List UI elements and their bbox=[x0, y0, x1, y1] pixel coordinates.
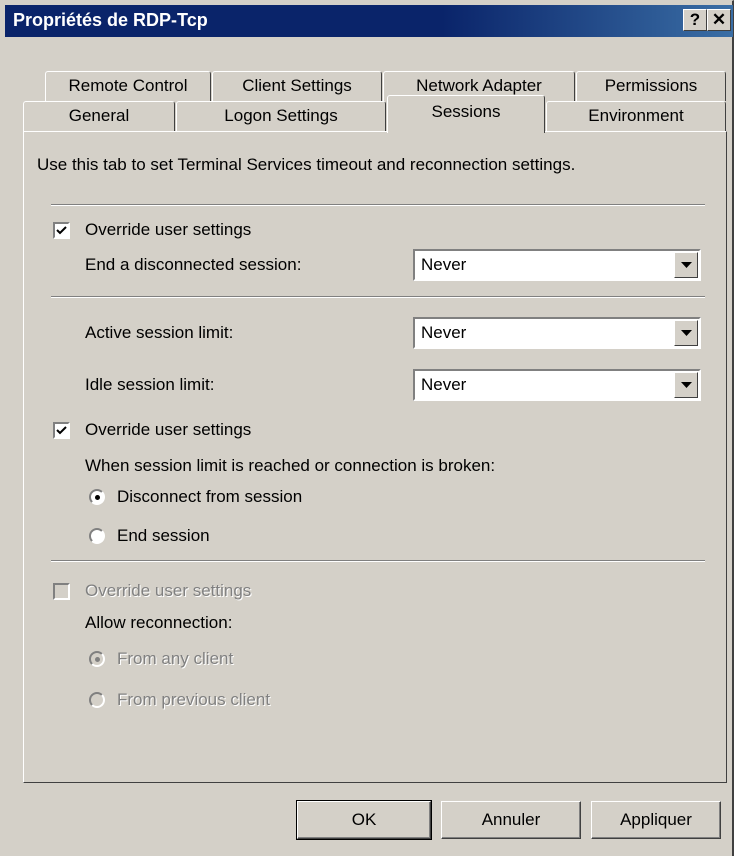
close-button[interactable]: ✕ bbox=[707, 9, 731, 31]
override-label-2[interactable]: Override user settings bbox=[85, 420, 251, 440]
radio-any-client-label: From any client bbox=[117, 649, 234, 668]
override-checkbox-1[interactable] bbox=[53, 222, 70, 239]
dialog-window: Propriétés de RDP-Tcp ? ✕ Remote Control… bbox=[0, 0, 734, 856]
separator bbox=[51, 204, 705, 206]
select-value: Never bbox=[421, 375, 467, 394]
help-button[interactable]: ? bbox=[683, 9, 707, 31]
idle-limit-label: Idle session limit: bbox=[85, 375, 215, 394]
active-limit-label: Active session limit: bbox=[85, 323, 234, 342]
chevron-down-icon[interactable] bbox=[674, 372, 698, 398]
tab-general[interactable]: General bbox=[23, 101, 175, 132]
allow-reconnection-label: Allow reconnection: bbox=[85, 613, 233, 632]
radio-previous-client[interactable] bbox=[89, 692, 105, 708]
end-disconnected-select[interactable]: Never bbox=[413, 249, 701, 281]
cancel-button[interactable]: Annuler bbox=[441, 801, 581, 839]
title-bar[interactable]: Propriétés de RDP-Tcp ? ✕ bbox=[5, 5, 733, 37]
separator bbox=[51, 296, 705, 298]
tab-logon-settings[interactable]: Logon Settings bbox=[176, 101, 386, 132]
radio-any-client[interactable] bbox=[89, 651, 105, 667]
end-disconnected-label: End a disconnected session: bbox=[85, 255, 302, 274]
radio-end-session[interactable] bbox=[89, 528, 105, 544]
select-value: Never bbox=[421, 323, 467, 342]
panel-description: Use this tab to set Terminal Services ti… bbox=[37, 155, 576, 174]
separator bbox=[51, 560, 705, 562]
radio-end-session-label[interactable]: End session bbox=[117, 526, 210, 546]
ok-button[interactable]: OK bbox=[296, 800, 432, 840]
apply-button[interactable]: Appliquer bbox=[591, 801, 721, 839]
radio-previous-client-label: From previous client bbox=[117, 690, 271, 709]
when-limit-label: When session limit is reached or connect… bbox=[85, 456, 496, 475]
override-checkbox-2[interactable] bbox=[53, 422, 70, 439]
override-label-1[interactable]: Override user settings bbox=[85, 220, 251, 240]
active-limit-select[interactable]: Never bbox=[413, 317, 701, 349]
radio-disconnect-label[interactable]: Disconnect from session bbox=[117, 487, 302, 507]
tab-remote-control[interactable]: Remote Control bbox=[45, 71, 211, 101]
tab-client-settings[interactable]: Client Settings bbox=[212, 71, 382, 101]
override-checkbox-3[interactable] bbox=[53, 583, 70, 600]
chevron-down-icon[interactable] bbox=[674, 252, 698, 278]
idle-limit-select[interactable]: Never bbox=[413, 369, 701, 401]
tab-permissions[interactable]: Permissions bbox=[576, 71, 726, 101]
radio-disconnect[interactable] bbox=[89, 489, 105, 505]
override-label-3: Override user settings bbox=[85, 581, 252, 600]
tab-environment[interactable]: Environment bbox=[546, 101, 726, 132]
chevron-down-icon[interactable] bbox=[674, 320, 698, 346]
tab-sessions[interactable]: Sessions bbox=[387, 95, 545, 133]
select-value: Never bbox=[421, 255, 467, 274]
window-title: Propriétés de RDP-Tcp bbox=[13, 10, 208, 30]
